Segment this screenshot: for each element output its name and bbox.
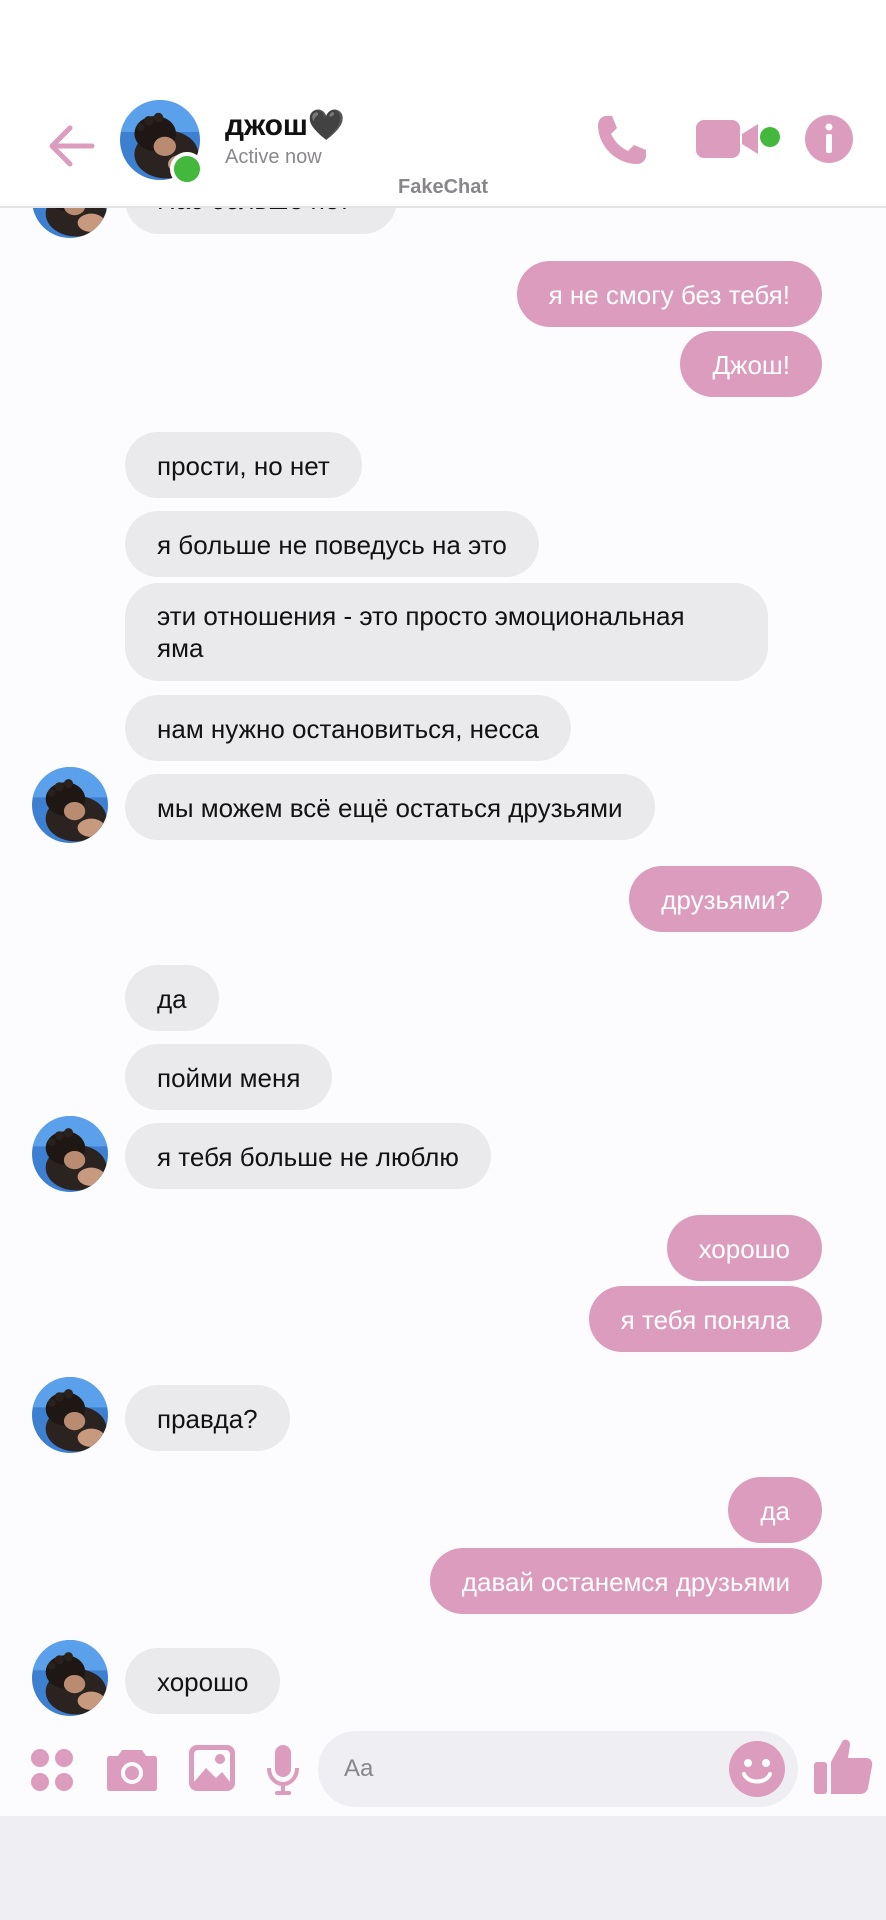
video-call-icon[interactable]	[694, 114, 760, 164]
message-bubble-outgoing[interactable]: да	[728, 1477, 822, 1543]
emoji-icon[interactable]	[728, 1740, 786, 1798]
message-bubble-incoming[interactable]: нам нужно остановиться, несса	[125, 695, 571, 761]
message-bubble-incoming[interactable]: я больше не поведусь на это	[125, 511, 539, 577]
message-bubble-incoming[interactable]: пойми меня	[125, 1044, 333, 1110]
message-bubble-outgoing[interactable]: хорошо	[666, 1215, 822, 1281]
contact-name[interactable]: джош🖤	[225, 108, 345, 143]
chat-header: джош🖤 Active now FakeChat	[0, 100, 886, 208]
camera-icon[interactable]	[106, 1746, 158, 1792]
status-bar-area	[0, 0, 886, 100]
message-bubble-incoming[interactable]: прости, но нет	[125, 432, 362, 498]
message-input[interactable]: Aa	[318, 1731, 798, 1807]
gallery-icon[interactable]	[188, 1744, 236, 1792]
contact-status: Active now	[225, 146, 322, 168]
phone-call-icon[interactable]	[592, 110, 652, 170]
contact-avatar-small	[32, 206, 108, 238]
message-bubble-incoming[interactable]: эти отношения - это просто эмоциональная…	[125, 583, 768, 681]
back-arrow-icon[interactable]	[40, 116, 100, 176]
composer-bar: Aa	[0, 1726, 886, 1816]
message-bubble-outgoing[interactable]: давай останемся друзьями	[429, 1548, 822, 1614]
info-icon[interactable]	[804, 114, 854, 164]
contact-avatar-small	[32, 1377, 108, 1453]
video-active-dot	[760, 127, 780, 147]
contact-avatar-small	[32, 1116, 108, 1192]
message-bubble-incoming[interactable]: да	[125, 965, 219, 1031]
message-bubble-incoming[interactable]: Нас больше нет	[125, 206, 397, 234]
message-bubble-incoming[interactable]: мы можем всё ещё остаться друзьями	[125, 774, 655, 840]
microphone-icon[interactable]	[266, 1744, 300, 1796]
apps-icon[interactable]	[30, 1748, 74, 1792]
message-bubble-outgoing[interactable]: я тебя поняла	[588, 1286, 822, 1352]
contact-avatar-small	[32, 1640, 108, 1716]
watermark: FakeChat	[397, 176, 489, 198]
keyboard-area	[0, 1816, 886, 1920]
message-bubble-outgoing[interactable]: Джош!	[680, 331, 822, 397]
message-bubble-incoming[interactable]: правда?	[125, 1385, 290, 1451]
message-bubble-incoming[interactable]: хорошо	[125, 1648, 281, 1714]
message-bubble-outgoing[interactable]: я не смогу без тебя!	[516, 261, 822, 327]
message-bubble-incoming[interactable]: я тебя больше не люблю	[125, 1123, 491, 1189]
contact-avatar-small	[32, 767, 108, 843]
message-bubble-outgoing[interactable]: друзьями?	[629, 866, 822, 932]
thumbs-up-icon[interactable]	[812, 1736, 874, 1798]
message-list[interactable]: Нас больше нет я не смогу без тебя! Джош…	[0, 206, 886, 1726]
